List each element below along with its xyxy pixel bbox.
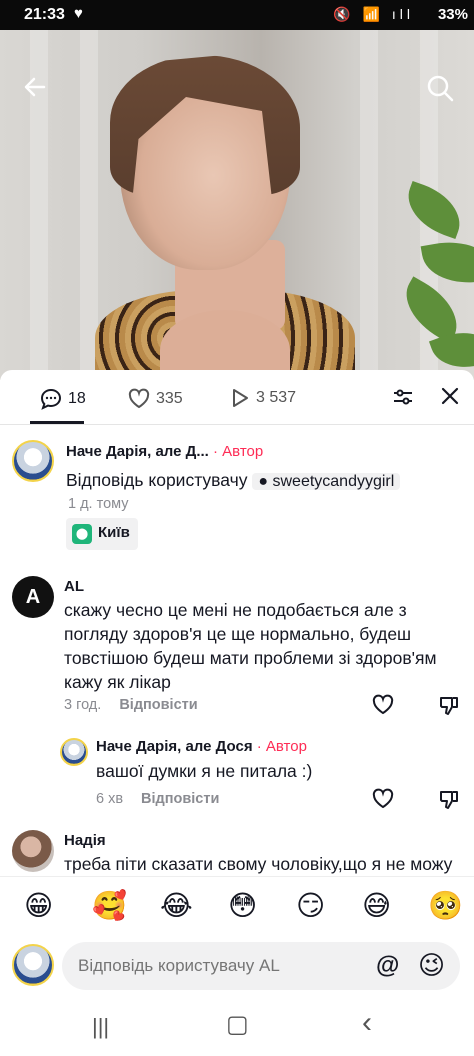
avatar[interactable] <box>12 440 54 482</box>
emoji-button[interactable]: 🥺 <box>428 889 463 922</box>
emoji-button[interactable]: 😳 <box>228 889 257 922</box>
play-icon <box>233 389 248 407</box>
plant-decoration <box>393 180 474 380</box>
emoji-button[interactable]: 😂 <box>160 889 193 922</box>
tab-comments[interactable]: 18 <box>40 388 86 410</box>
avatar[interactable] <box>60 738 88 766</box>
emoji-button[interactable]: 🥰 <box>92 889 127 922</box>
reply-button[interactable]: Відповісти <box>141 791 219 807</box>
heart-outline-icon <box>128 388 150 409</box>
view-count: 3 537 <box>256 389 297 406</box>
recent-apps-icon[interactable]: ||| <box>92 1014 109 1040</box>
avatar[interactable]: A <box>12 576 54 618</box>
author-badge: · Автор <box>256 738 307 755</box>
like-count: 335 <box>156 390 183 407</box>
emoji-button[interactable]: 😁 <box>24 889 53 922</box>
mention-icon: ● <box>258 473 269 490</box>
comment-icon <box>40 388 62 410</box>
comment-text: вашої думки я не питала :) <box>96 761 313 781</box>
comment-input-row: @ 😉 <box>0 938 474 998</box>
author-badge: · Автор <box>213 443 264 460</box>
comment-meta: 6 хв Відповісти <box>96 791 220 807</box>
heart-icon: ♥ <box>74 5 83 22</box>
location-pin-icon: ⬤ <box>72 524 92 544</box>
comment-count: 18 <box>68 390 86 407</box>
stats-bar: 18 335 3 537 <box>0 370 474 426</box>
emoji-quick-bar: 😁 🥰 😂 😳 😏 😅 🥺 <box>0 876 474 938</box>
comment-text: треба піти сказати свому чоловіку,що я н… <box>64 854 453 874</box>
location-tag[interactable]: ⬤ Київ <box>66 518 138 550</box>
home-icon[interactable]: ▢ <box>226 1010 249 1039</box>
mention-button[interactable]: @ <box>376 952 399 980</box>
emoji-button[interactable]: 😏 <box>296 889 325 922</box>
close-icon[interactable] <box>440 386 460 412</box>
battery-level: 33% <box>437 6 468 23</box>
back-arrow-icon[interactable] <box>22 74 48 107</box>
video-preview[interactable] <box>0 30 474 380</box>
emoji-button[interactable]: 😅 <box>362 889 391 922</box>
tab-views[interactable]: 3 537 <box>230 388 296 408</box>
comment-text: скажу чесно це мені не подобається але з… <box>64 600 437 692</box>
like-icon[interactable] <box>372 788 394 816</box>
search-icon[interactable] <box>426 74 454 109</box>
avatar[interactable] <box>12 830 54 872</box>
comment-input[interactable] <box>62 942 460 990</box>
tab-likes[interactable]: 335 <box>128 388 183 410</box>
back-icon[interactable]: ‹ <box>362 1006 372 1040</box>
dislike-icon[interactable] <box>438 788 460 816</box>
comment-meta: 3 год. Відповісти <box>64 697 198 713</box>
like-icon[interactable] <box>372 694 394 722</box>
own-avatar <box>12 944 54 986</box>
comment-author[interactable]: Наче Дарія, але Дося · Автор <box>96 738 307 755</box>
system-nav-bar: ||| ▢ ‹ <box>0 1000 474 1056</box>
status-time: 21:33 <box>24 6 65 23</box>
reply-button[interactable]: Відповісти <box>119 697 197 713</box>
comment-author[interactable]: AL <box>64 578 84 595</box>
comment-author[interactable]: Наче Дарія, але Д... · Автор <box>66 443 263 460</box>
emoji-picker-icon[interactable]: 😉 <box>418 950 445 981</box>
status-icons: 🔇 📶 ıll <box>333 6 414 22</box>
filter-icon[interactable] <box>392 386 414 414</box>
comment-text: Відповідь користувачу ● sweetycandyygirl <box>66 468 401 494</box>
dislike-icon[interactable] <box>438 694 460 722</box>
mention-tag[interactable]: ● sweetycandyygirl <box>252 473 401 490</box>
comment-time: 1 д. тому <box>68 496 129 512</box>
status-bar: 21:33 ♥ 🔇 📶 ıll 33% <box>0 0 474 30</box>
comment-author[interactable]: Надія <box>64 832 106 849</box>
